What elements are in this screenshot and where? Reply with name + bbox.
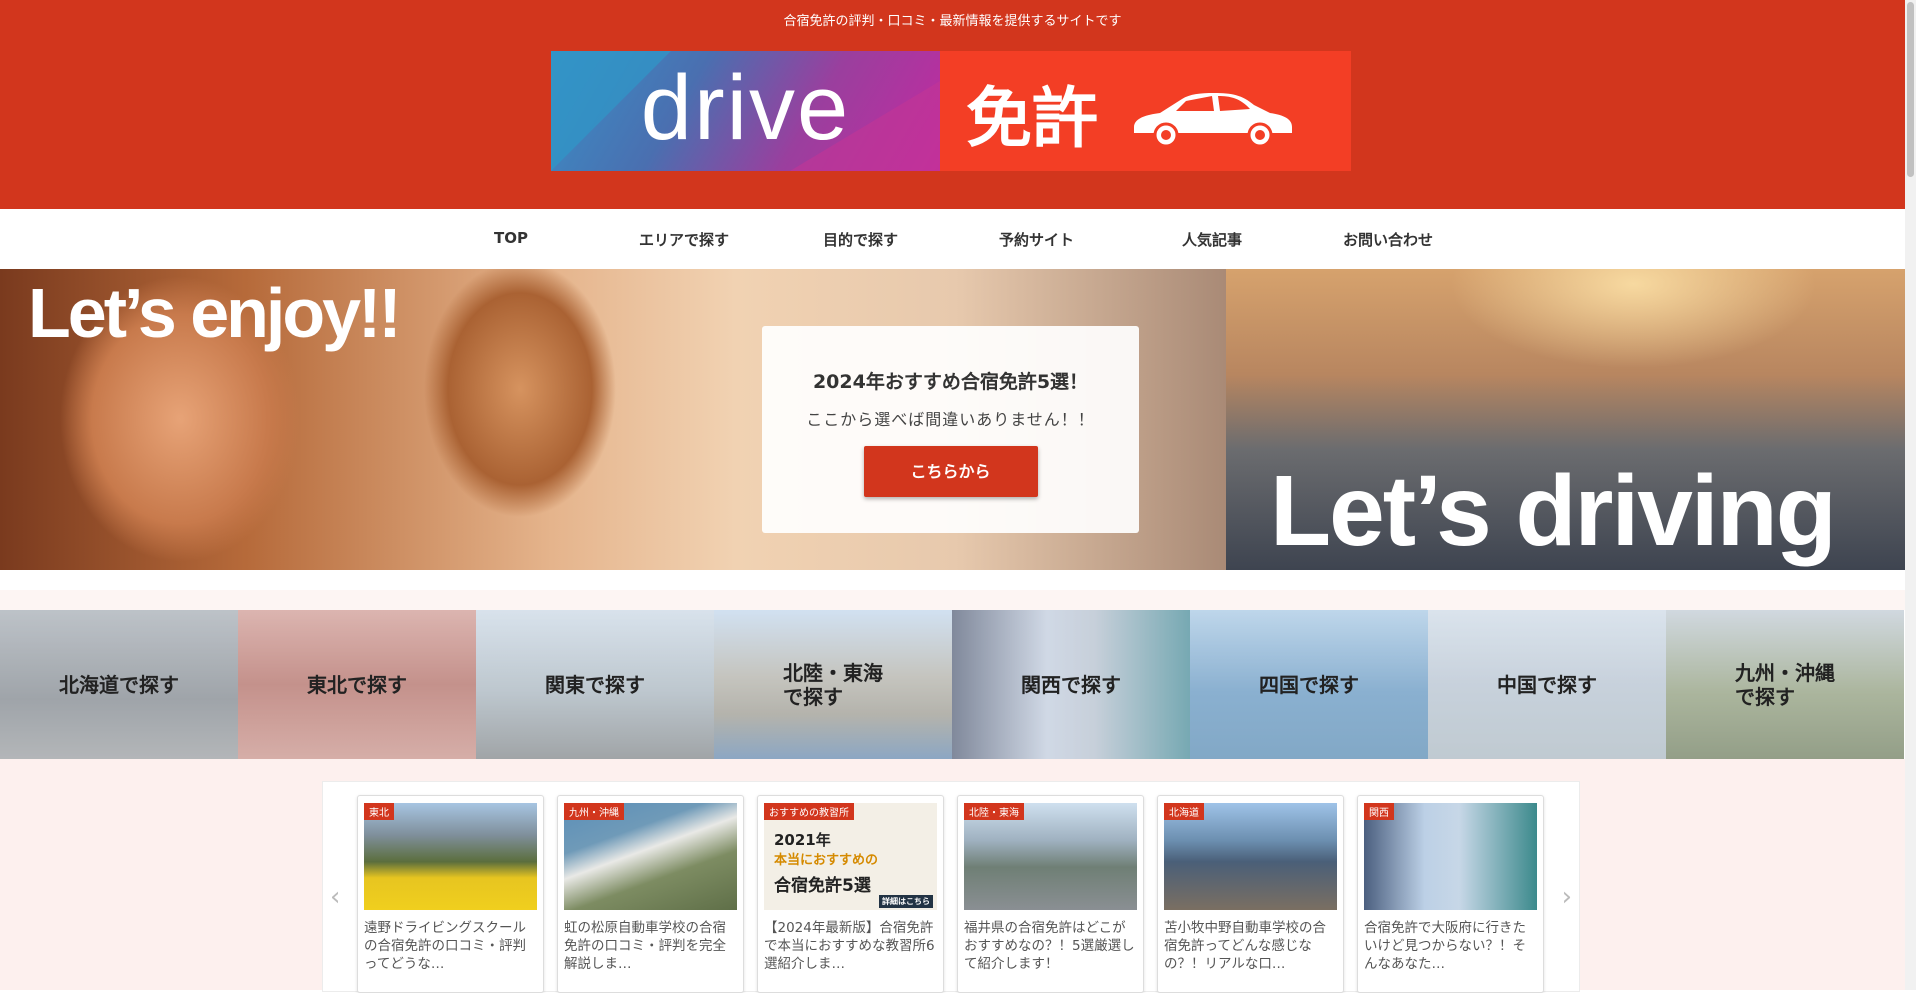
category-tag: おすすめの教習所 [764,803,854,820]
article-carousel: ‹ › 東北 遠野ドライビングスクールの合宿免許の口コミ・評判ってどうな… 九州… [322,781,1580,993]
main-nav: TOP エリアで探す 目的で探す 予約サイト 人気記事 お問い合わせ [0,209,1905,269]
article-title: 苫小牧中野自動車学校の合宿免許ってどんな感じなの？！リアルな口… [1164,920,1326,972]
article-title: 虹の松原自動車学校の合宿免許の口コミ・評判を完全解説しま… [564,920,726,972]
area-label: 北陸・東海 で探す [783,660,883,709]
area-tile-shikoku[interactable]: 四国で探す [1190,610,1428,759]
article-title: 遠野ドライビングスクールの合宿免許の口コミ・評判ってどうな… [364,920,526,972]
nav-area[interactable]: エリアで探す [639,229,729,250]
nav-top[interactable]: TOP [494,229,528,247]
promo-button[interactable]: こちらから [863,446,1038,497]
area-label: 四国で探す [1259,672,1359,697]
area-label: 中国で探す [1497,672,1597,697]
logo-red-panel: 免許 [940,51,1351,171]
nav-purpose[interactable]: 目的で探す [823,229,898,250]
site-header: 合宿免許の評判・口コミ・最新情報を提供するサイトです drive 免許 [0,0,1905,209]
category-tag: 北陸・東海 [964,803,1024,820]
hero-banner: Let’s enjoy!! Let’s driving 2024年おすすめ合宿免… [0,269,1905,570]
promo-box: 2024年おすすめ合宿免許5選！ ここから選べば間違いありません！！ こちらから [762,326,1139,533]
thumbnail-note: 詳細はこちら [879,895,933,908]
article-card[interactable]: 関西 合宿免許で大阪府に行きたいけど見つからない？！そんなあなた… [1357,795,1544,993]
nav-reservation[interactable]: 予約サイト [999,229,1074,250]
area-tile-hokkaido[interactable]: 北海道で探す [0,610,238,759]
logo-kanji: 免許 [966,80,1098,157]
logo-word: drive [640,57,851,159]
logo-gradient-panel: drive [551,51,940,171]
hero-enjoy-text: Let’s enjoy!! [28,274,402,352]
article-title: 合宿免許で大阪府に行きたいけど見つからない？！そんなあなた… [1364,920,1526,972]
area-label: 九州・沖縄 で探す [1735,660,1835,709]
area-label: 関西で探す [1021,672,1121,697]
car-icon [1134,93,1292,147]
area-label: 北海道で探す [59,672,179,697]
area-tile-tohoku[interactable]: 東北で探す [238,610,476,759]
article-card[interactable]: 九州・沖縄 虹の松原自動車学校の合宿免許の口コミ・評判を完全解説しま… [557,795,744,993]
area-tile-kyushu-okinawa[interactable]: 九州・沖縄 で探す [1666,610,1904,759]
area-tile-kansai[interactable]: 関西で探す [952,610,1190,759]
chevron-left-icon[interactable]: ‹ [330,882,340,912]
area-tile-hokuriku-tokai[interactable]: 北陸・東海 で探す [714,610,952,759]
scrollbar-thumb[interactable] [1907,2,1914,177]
promo-subtitle: ここから選べば間違いありません！！ [806,410,1095,429]
site-tagline: 合宿免許の評判・口コミ・最新情報を提供するサイトです [783,14,1122,29]
site-logo[interactable]: drive 免許 [551,51,1351,171]
section-divider [0,570,1905,610]
page-scrollbar[interactable] [1905,0,1916,990]
nav-popular[interactable]: 人気記事 [1182,229,1242,250]
category-tag: 東北 [364,803,394,820]
hero-driving-text: Let’s driving [1270,455,1837,567]
nav-contact[interactable]: お問い合わせ [1343,229,1433,250]
area-label: 関東で探す [545,672,645,697]
promo-title: 2024年おすすめ合宿免許5選！ [812,371,1089,393]
thumbnail-title-year: 2021年 [774,831,831,849]
category-tag: 北海道 [1164,803,1204,820]
article-title: 福井県の合宿免許はどこがおすすめなの？！5選厳選して紹介します！ [964,920,1135,972]
area-tiles: 北海道で探す 東北で探す 関東で探す 北陸・東海 で探す 関西で探す 四国で探す… [0,610,1905,759]
article-card[interactable]: 2021年 本当におすすめの 合宿免許5選 詳細はこちら おすすめの教習所 【2… [757,795,944,993]
article-card[interactable]: 北陸・東海 福井県の合宿免許はどこがおすすめなの？！5選厳選して紹介します！ [957,795,1144,993]
area-tile-chugoku[interactable]: 中国で探す [1428,610,1666,759]
article-card[interactable]: 北海道 苫小牧中野自動車学校の合宿免許ってどんな感じなの？！リアルな口… [1157,795,1344,993]
article-card[interactable]: 東北 遠野ドライビングスクールの合宿免許の口コミ・評判ってどうな… [357,795,544,993]
thumbnail-title-line: 本当におすすめの [774,853,879,868]
area-tile-kanto[interactable]: 関東で探す [476,610,714,759]
thumbnail-title-main: 合宿免許5選 [774,876,871,896]
category-tag: 九州・沖縄 [564,803,624,820]
chevron-right-icon[interactable]: › [1562,882,1572,912]
category-tag: 関西 [1364,803,1394,820]
area-label: 東北で探す [307,672,407,697]
article-title: 【2024年最新版】合宿免許で本当におすすめな教習所6選紹介しま… [764,920,935,972]
